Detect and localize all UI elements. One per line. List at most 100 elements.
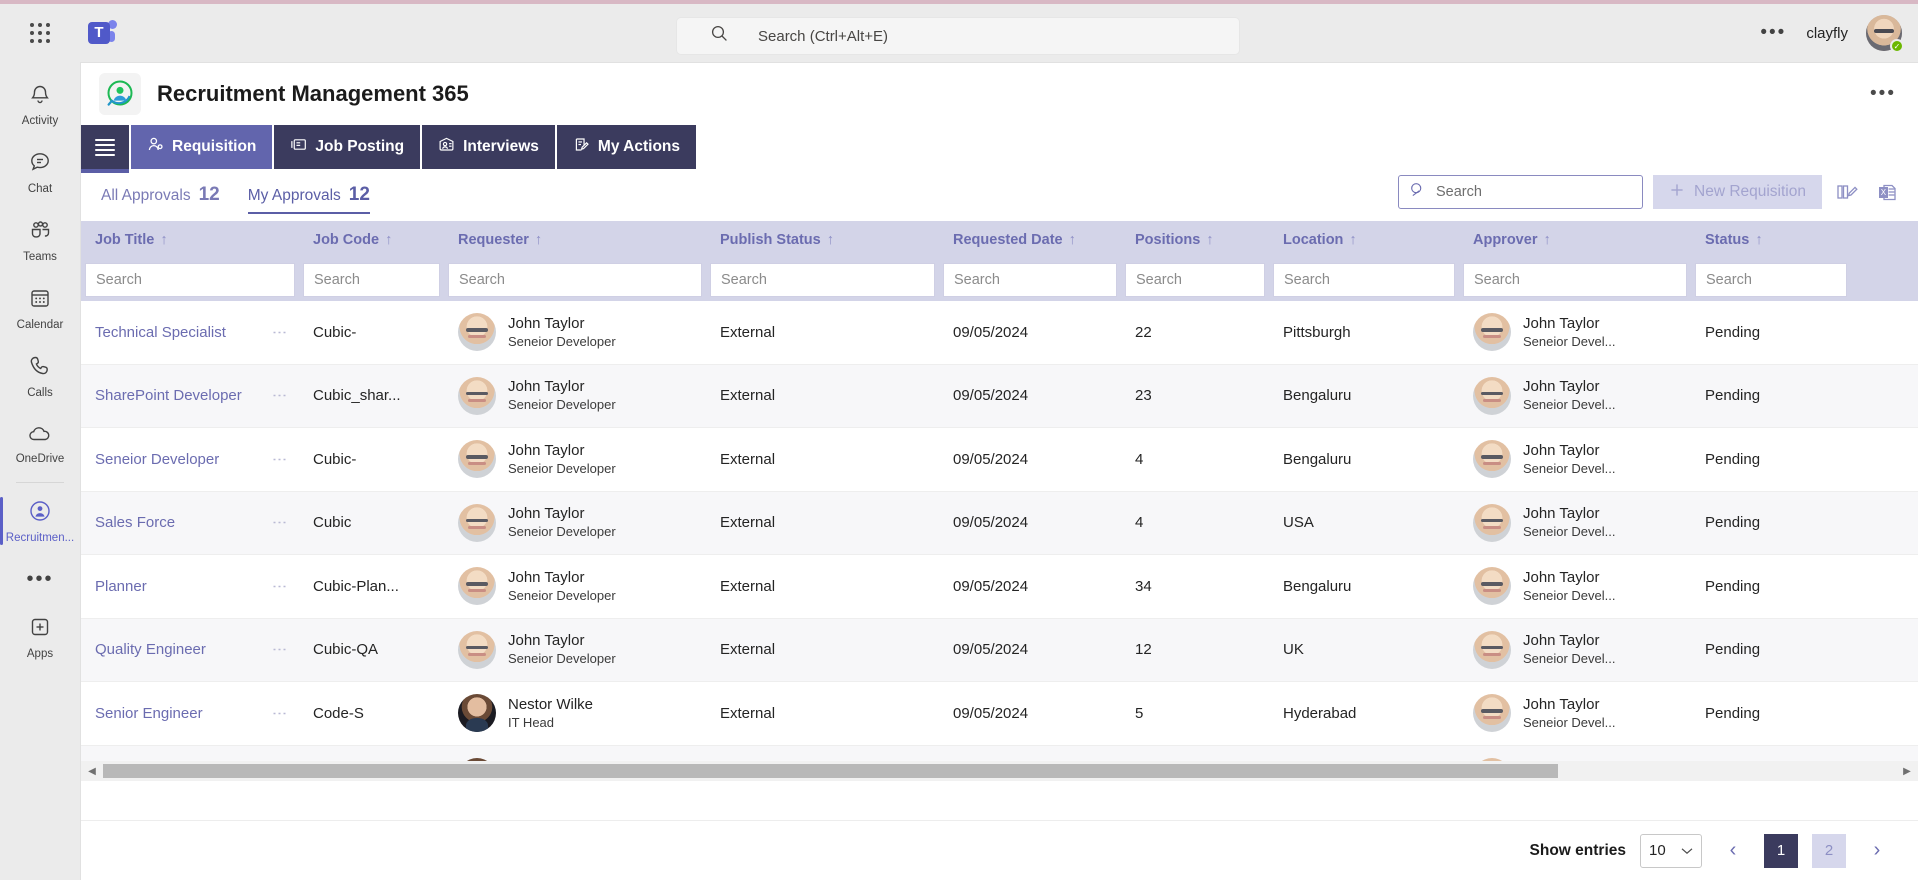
topbar-more-icon[interactable]: ••• [1758, 18, 1788, 48]
sidebar-item-chat[interactable]: Chat [0, 138, 80, 206]
filter-input-publish_status[interactable] [710, 263, 935, 297]
filter-input-job_title[interactable] [85, 263, 295, 297]
scroll-left-arrow[interactable]: ◀ [81, 761, 103, 781]
sidebar-item-recruitment[interactable]: Recruitmen... [0, 487, 80, 555]
filter-input-positions[interactable] [1125, 263, 1265, 297]
sidebar-item-calendar[interactable]: Calendar [0, 274, 80, 342]
sort-ascending-icon[interactable]: ↑ [1755, 232, 1762, 248]
job-title-link[interactable]: Sales Force [95, 514, 175, 531]
job-title-link[interactable]: SharePoint Developer [95, 387, 242, 404]
avatar[interactable] [1473, 503, 1511, 542]
scroll-right-arrow[interactable]: ▶ [1896, 761, 1918, 781]
app-more-icon[interactable]: ••• [1870, 83, 1896, 105]
job-title-link[interactable]: Technical Specialist [95, 324, 226, 341]
tab-interviews[interactable]: Interviews [422, 125, 555, 169]
filter-input-approver[interactable] [1463, 263, 1687, 297]
sidebar-item-teams[interactable]: Teams [0, 206, 80, 274]
search-input[interactable]: Search [1398, 175, 1643, 209]
table-row[interactable]: Seneior Developer ⋮ Cubic- John Taylor Senei… [81, 428, 1918, 492]
column-header-job_code[interactable]: Job Code ↑ [299, 232, 444, 248]
avatar[interactable] [1473, 567, 1511, 606]
job-title-link[interactable]: Quality Engineer [95, 641, 206, 658]
avatar[interactable] [1473, 313, 1511, 352]
sidebar-item-activity[interactable]: Activity [0, 70, 80, 138]
pagination-page-2[interactable]: 2 [1812, 833, 1846, 868]
table-row[interactable]: SharePoint Developer ⋮ Cubic_shar... John T… [81, 364, 1918, 428]
kebab-menu-icon[interactable]: ⋮ [271, 579, 288, 594]
pagination-prev-button[interactable]: ‹ [1716, 834, 1750, 868]
sort-ascending-icon[interactable]: ↑ [1069, 232, 1076, 248]
avatar[interactable] [458, 440, 496, 479]
sort-ascending-icon[interactable]: ↑ [535, 232, 542, 248]
avatar[interactable] [458, 567, 496, 606]
bulk-edit-icon[interactable] [1832, 177, 1862, 207]
new-requisition-button[interactable]: New Requisition [1653, 175, 1822, 209]
sort-ascending-icon[interactable]: ↑ [385, 232, 392, 248]
job-title-link[interactable]: Planner [95, 578, 147, 595]
cell-value: Bengaluru [1283, 577, 1352, 595]
job-title-link[interactable]: Seneior Developer [95, 451, 219, 468]
avatar[interactable]: ✓ [1866, 15, 1904, 53]
table-row[interactable]: Sales Force ⋮ Cubic John Taylor Seneior Deve… [81, 491, 1918, 555]
page-size-select[interactable]: 10 [1640, 833, 1702, 868]
avatar[interactable] [458, 313, 496, 352]
column-header-positions[interactable]: Positions ↑ [1121, 232, 1269, 248]
avatar[interactable] [1473, 440, 1511, 479]
presence-available-icon: ✓ [1890, 39, 1904, 53]
sort-ascending-icon[interactable]: ↑ [1543, 232, 1550, 248]
pagination-next-button[interactable]: › [1860, 834, 1894, 868]
excel-export-icon[interactable]: X [1872, 177, 1902, 207]
filter-input-requested_date[interactable] [943, 263, 1117, 297]
kebab-menu-icon[interactable]: ⋮ [271, 706, 288, 721]
avatar[interactable] [458, 376, 496, 415]
avatar[interactable] [1473, 694, 1511, 733]
column-header-job_title[interactable]: Job Title ↑ [81, 232, 299, 248]
table-row[interactable]: Technical Specialist ⋮ Cubic- John Taylor Se… [81, 301, 1918, 365]
app-launcher-icon[interactable] [18, 11, 62, 55]
kebab-menu-icon[interactable]: ⋮ [271, 325, 288, 340]
filter-input-location[interactable] [1273, 263, 1455, 297]
column-header-publish_status[interactable]: Publish Status ↑ [706, 232, 939, 248]
sort-ascending-icon[interactable]: ↑ [1349, 232, 1356, 248]
sort-ascending-icon[interactable]: ↑ [827, 232, 834, 248]
tab-job-posting[interactable]: Job Posting [274, 125, 421, 169]
horizontal-scrollbar[interactable]: ◀ ▶ [81, 761, 1918, 781]
table-row[interactable]: Planner ⋮ Cubic-Plan... John Taylor Seneior … [81, 555, 1918, 619]
sidebar-item-onedrive[interactable]: OneDrive [0, 410, 80, 478]
subtab-all-approvals[interactable]: All Approvals 12 [101, 176, 220, 214]
column-header-approver[interactable]: Approver ↑ [1459, 232, 1691, 248]
pagination-page-1[interactable]: 1 [1764, 833, 1798, 868]
tab-requisition[interactable]: Requisition [131, 125, 273, 169]
filter-input-status[interactable] [1695, 263, 1847, 297]
kebab-menu-icon[interactable]: ⋮ [271, 388, 288, 403]
sidebar-item-apps[interactable]: Apps [0, 603, 80, 671]
avatar[interactable] [1473, 376, 1511, 415]
sort-ascending-icon[interactable]: ↑ [1206, 232, 1213, 248]
filter-input-job_code[interactable] [303, 263, 440, 297]
table-row[interactable]: Senior Engineer ⋮ Code-S Nestor Wilke IT Hea… [81, 682, 1918, 746]
scrollbar-track[interactable] [103, 764, 1896, 778]
column-header-location[interactable]: Location ↑ [1269, 232, 1459, 248]
avatar[interactable] [458, 503, 496, 542]
column-header-status[interactable]: Status ↑ [1691, 232, 1851, 248]
kebab-menu-icon[interactable]: ⋮ [271, 515, 288, 530]
kebab-menu-icon[interactable]: ⋮ [271, 642, 288, 657]
sidebar-item-calls[interactable]: Calls [0, 342, 80, 410]
global-search[interactable]: Search (Ctrl+Alt+E) [676, 17, 1240, 55]
avatar[interactable] [458, 694, 496, 733]
avatar[interactable] [458, 630, 496, 669]
avatar[interactable] [1473, 630, 1511, 669]
job-title-link[interactable]: Senior Engineer [95, 705, 203, 722]
subtab-my-approvals[interactable]: My Approvals 12 [247, 176, 371, 214]
global-search-input[interactable]: Search (Ctrl+Alt+E) [758, 28, 888, 45]
hamburger-menu-icon[interactable] [81, 125, 129, 173]
sidebar-more-icon[interactable]: ••• [0, 555, 80, 603]
filter-input-requester[interactable] [448, 263, 702, 297]
table-row[interactable]: Quality Engineer ⋮ Cubic-QA John Taylor Sene… [81, 618, 1918, 682]
sort-ascending-icon[interactable]: ↑ [160, 232, 167, 248]
kebab-menu-icon[interactable]: ⋮ [271, 452, 288, 467]
column-header-requested_date[interactable]: Requested Date ↑ [939, 232, 1121, 248]
tab-my-actions[interactable]: My Actions [556, 125, 697, 169]
scrollbar-thumb[interactable] [103, 764, 1558, 778]
column-header-requester[interactable]: Requester ↑ [444, 232, 706, 248]
